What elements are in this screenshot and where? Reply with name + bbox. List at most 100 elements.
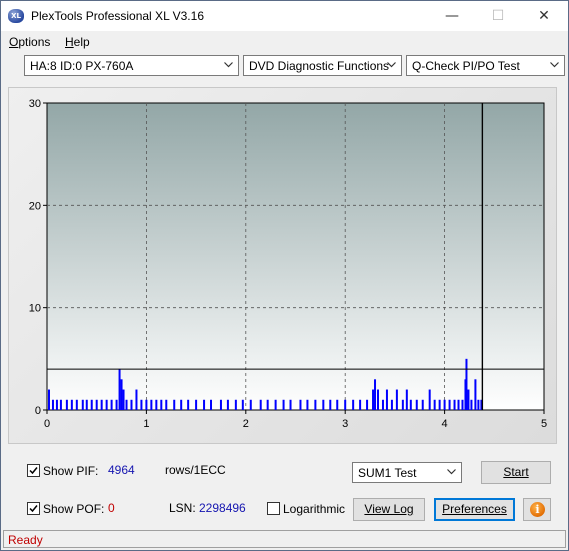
pi-bar [329, 399, 332, 410]
pi-bar [118, 369, 121, 410]
logarithmic-checkbox[interactable] [267, 502, 280, 515]
pi-bar [461, 399, 464, 410]
pi-bar [110, 399, 113, 410]
drive-select-value: HA:8 ID:0 PX-760A [30, 59, 134, 73]
view-log-button-label: View Log [364, 502, 414, 516]
pi-bar [150, 399, 153, 410]
pi-bar [140, 399, 143, 410]
checkmark-icon [29, 467, 38, 475]
info-button[interactable]: i [523, 498, 551, 521]
show-pof-checkbox[interactable] [27, 502, 40, 515]
pi-bar [457, 399, 460, 410]
menu-help[interactable]: Help [65, 35, 90, 49]
pi-bar [75, 399, 78, 410]
pi-bar [374, 379, 377, 410]
x-tick-label: 3 [342, 418, 348, 430]
menu-help-rest: elp [73, 35, 90, 49]
info-icon: i [530, 502, 545, 517]
show-pif-checkbox[interactable] [27, 464, 40, 477]
y-axis-ticks: 0 10 20 30 [29, 98, 47, 417]
pi-bar [274, 399, 277, 410]
pi-bar [226, 399, 229, 410]
preferences-button-label: Preferences [442, 502, 507, 516]
sum-test-select[interactable]: SUM1 Test [352, 462, 462, 483]
pi-bar [385, 389, 388, 410]
pi-bar [59, 399, 62, 410]
pi-bar [409, 399, 412, 410]
pi-bar [421, 399, 424, 410]
lsn-value: 2298496 [199, 501, 246, 515]
pi-bar [266, 399, 269, 410]
pi-bar [372, 389, 375, 410]
pi-bar [314, 399, 317, 410]
pi-bar [377, 389, 380, 410]
chevron-down-icon [224, 62, 233, 68]
title-bar: XL PlexTools Professional XL V3.16 — ☐ ✕ [1, 1, 568, 31]
pi-bar [47, 389, 50, 410]
menu-options[interactable]: Options [9, 35, 50, 49]
x-tick-label: 5 [541, 418, 547, 430]
sum-test-select-value: SUM1 Test [358, 466, 417, 480]
pi-bar [165, 399, 168, 410]
pi-bar [187, 399, 190, 410]
pi-bar [474, 379, 477, 410]
y-tick-label: 0 [35, 405, 41, 417]
pi-bar [90, 399, 93, 410]
pi-bar [115, 399, 118, 410]
pi-bar [100, 399, 103, 410]
pi-bar [105, 399, 108, 410]
pi-bar [465, 358, 468, 410]
pi-bar [180, 399, 183, 410]
pi-bar [241, 399, 244, 410]
preferences-button[interactable]: Preferences [434, 498, 515, 521]
chart-panel: 0 1 2 3 4 5 0 10 20 30 [8, 87, 557, 444]
chevron-down-icon [550, 62, 559, 68]
pi-bar [210, 399, 213, 410]
minimize-button[interactable]: — [429, 1, 475, 31]
pi-bar [70, 399, 73, 410]
pi-bar [306, 399, 309, 410]
test-select[interactable]: Q-Check PI/PO Test [406, 55, 565, 76]
pi-bar [130, 399, 133, 410]
pi-bar [448, 399, 451, 410]
pi-bar [453, 399, 456, 410]
status-bar: Ready [3, 530, 566, 548]
pi-bar [145, 399, 148, 410]
pi-bar [155, 399, 158, 410]
pi-bar [289, 399, 292, 410]
pi-bar [344, 399, 347, 410]
pi-bar [390, 399, 393, 410]
start-button[interactable]: Start [481, 461, 551, 484]
window-title: PlexTools Professional XL V3.16 [31, 9, 204, 23]
pi-bar [352, 399, 355, 410]
pi-bar [282, 399, 285, 410]
function-select-value: DVD Diagnostic Functions [249, 59, 390, 73]
drive-select[interactable]: HA:8 ID:0 PX-760A [24, 55, 239, 76]
pof-value: 0 [108, 501, 115, 515]
pi-bar [160, 399, 163, 410]
pif-value: 4964 [108, 463, 135, 477]
pi-bar [366, 399, 369, 410]
close-button[interactable]: ✕ [521, 1, 567, 31]
y-tick-label: 30 [29, 98, 41, 110]
pi-bar [249, 399, 252, 410]
show-pif-label: Show PIF: [43, 464, 99, 478]
pi-bar [81, 399, 84, 410]
pi-bar [173, 399, 176, 410]
pi-bar [122, 389, 125, 410]
start-button-label: Start [503, 465, 529, 479]
plot-area [46, 102, 545, 411]
pi-bar [95, 399, 98, 410]
menu-options-accel: O [9, 35, 19, 49]
pi-bar [405, 389, 408, 410]
pi-bar [433, 399, 436, 410]
function-select[interactable]: DVD Diagnostic Functions [243, 55, 402, 76]
pi-bar [415, 399, 418, 410]
pi-bar [234, 399, 237, 410]
pi-bar [120, 379, 123, 410]
menu-bar: Options Help [1, 32, 568, 51]
maximize-button[interactable]: ☐ [475, 1, 521, 31]
y-tick-label: 20 [29, 200, 41, 212]
view-log-button[interactable]: View Log [353, 498, 425, 521]
chevron-down-icon [447, 469, 456, 475]
